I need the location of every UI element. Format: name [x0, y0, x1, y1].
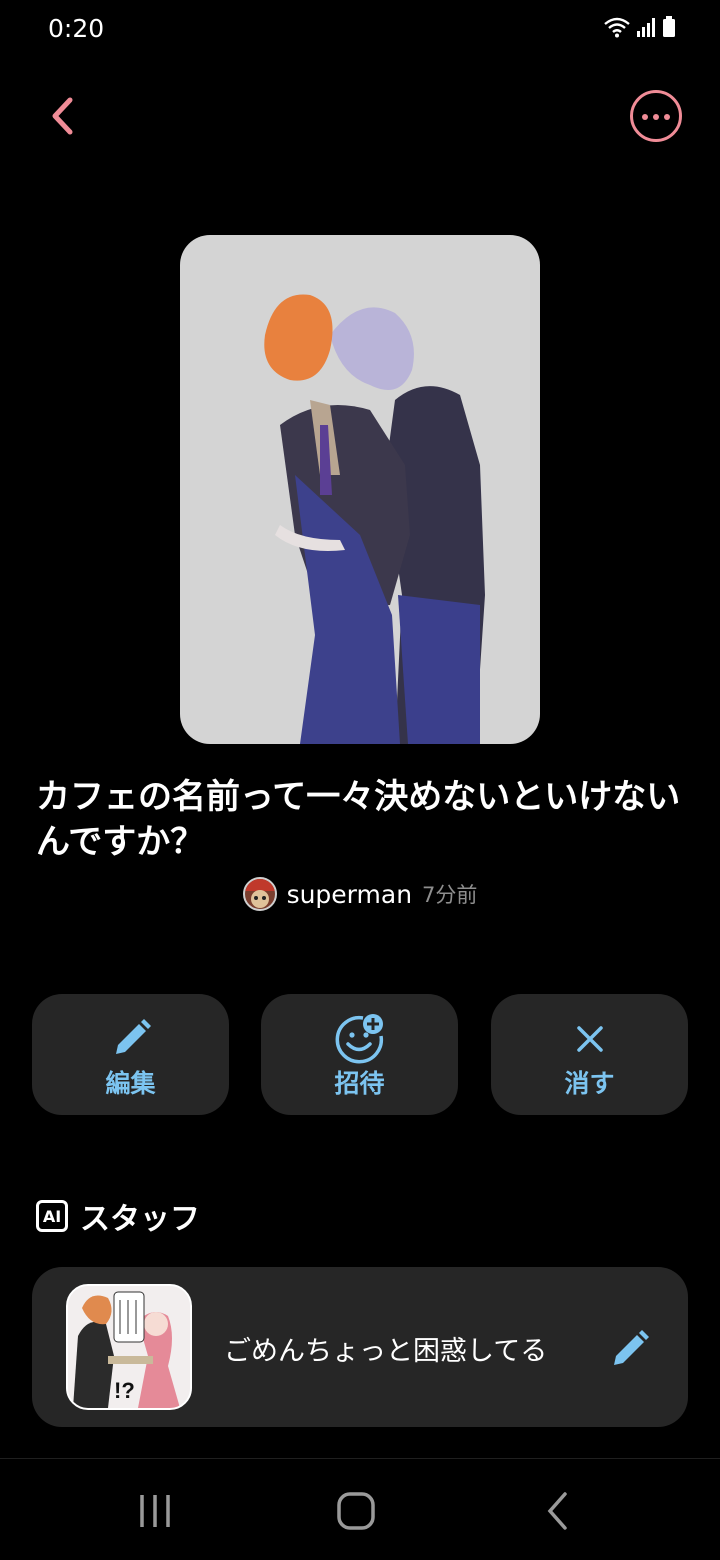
thumb-text: !? [114, 1378, 135, 1403]
status-time: 0:20 [48, 14, 105, 43]
back-nav-icon[interactable] [533, 1489, 583, 1533]
pencil-icon [116, 1019, 151, 1054]
edit-label: 編集 [105, 1069, 156, 1098]
staff-card[interactable]: !? ごめんちょっと困惑してる [32, 1267, 688, 1427]
face-plus-icon [335, 1014, 384, 1064]
ai-badge-icon: AI [36, 1200, 68, 1232]
status-bar: 0:20 [0, 0, 720, 60]
screen: 0:20 カフェの名前って一々決めないといけないんですか？ superman 7… [0, 0, 720, 1560]
battery-icon [663, 16, 675, 37]
cover-illustration [180, 235, 540, 744]
staff-message: ごめんちょっと困惑してる [224, 1336, 548, 1367]
home-icon[interactable] [331, 1489, 381, 1533]
more-dot-icon [664, 114, 670, 120]
close-icon [577, 1026, 603, 1052]
chevron-left-icon [52, 97, 73, 135]
author-row[interactable]: superman 7分前 [0, 872, 720, 916]
more-dot-icon [642, 114, 648, 120]
edit-button[interactable]: 編集 [32, 994, 229, 1115]
system-nav-bar [0, 1459, 720, 1560]
more-options-button[interactable] [630, 90, 682, 142]
delete-label: 消す [564, 1069, 615, 1098]
staff-section-header: AI スタッフ [36, 1196, 200, 1237]
illustration-two-figures [264, 294, 485, 744]
status-icons [604, 16, 676, 38]
staff-thumbnail: !? [66, 1284, 192, 1410]
invite-label: 招待 [334, 1069, 385, 1098]
author-avatar [242, 877, 277, 911]
post-title: カフェの名前って一々決めないといけないんですか？ [36, 777, 681, 862]
wifi-icon [604, 17, 630, 38]
staff-edit-pencil-icon[interactable] [610, 1325, 654, 1369]
recent-apps-icon[interactable] [130, 1489, 180, 1533]
back-button[interactable] [40, 92, 88, 140]
author-name[interactable]: superman [287, 880, 412, 909]
signal-icon [637, 18, 655, 37]
delete-button[interactable]: 消す [491, 994, 688, 1115]
more-dot-icon [653, 114, 659, 120]
post-time: 7分前 [422, 883, 478, 907]
staff-title: スタッフ [80, 1202, 200, 1237]
invite-button[interactable]: 招待 [261, 994, 458, 1115]
